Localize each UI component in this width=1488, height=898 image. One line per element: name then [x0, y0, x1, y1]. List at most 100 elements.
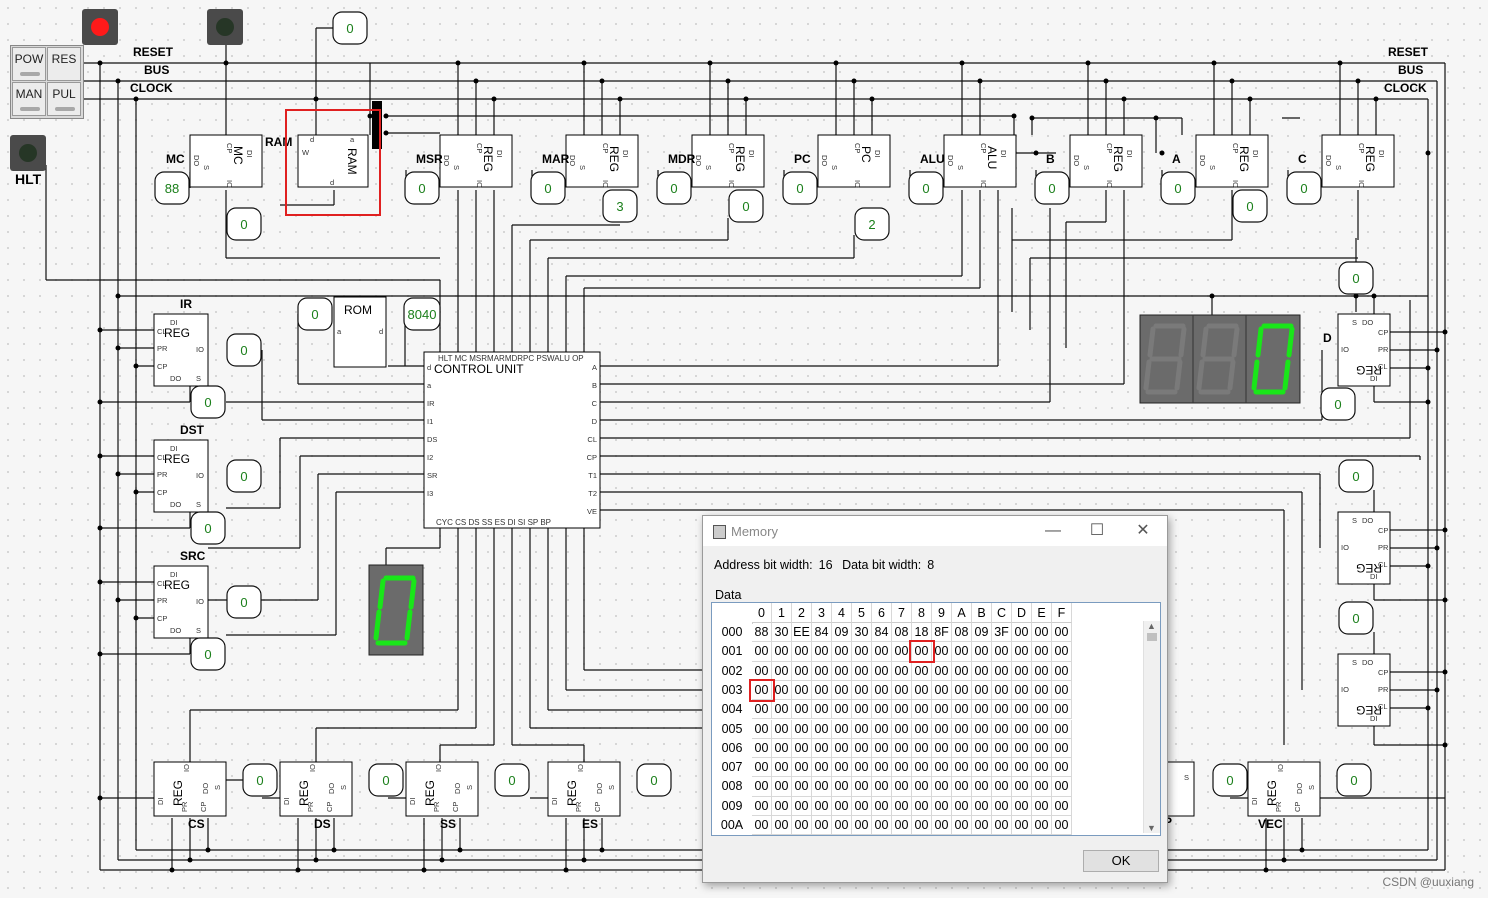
memory-cell[interactable]: 00 — [1012, 661, 1032, 681]
memory-cell[interactable]: 00 — [992, 777, 1012, 797]
memory-cell[interactable]: 00 — [812, 816, 832, 835]
memory-cell[interactable]: 00 — [852, 700, 872, 720]
memory-cell[interactable]: 00 — [752, 661, 772, 681]
memory-cell[interactable]: 00 — [932, 796, 952, 816]
row-address[interactable]: 004 — [712, 700, 752, 720]
column-header[interactable]: 1 — [772, 603, 792, 623]
memory-cell[interactable]: 00 — [1012, 758, 1032, 778]
memory-cell[interactable]: 00 — [812, 758, 832, 778]
reset-toggle[interactable]: RES — [47, 47, 81, 81]
memory-cell[interactable]: 00 — [932, 719, 952, 739]
memory-cell[interactable]: 00 — [792, 680, 812, 701]
memory-cell[interactable]: 00 — [932, 642, 952, 662]
memory-cell[interactable]: 00 — [972, 796, 992, 816]
memory-cell[interactable]: 00 — [852, 680, 872, 701]
memory-cell[interactable]: 00 — [752, 680, 772, 701]
memory-cell[interactable]: 00 — [952, 642, 972, 662]
memory-cell[interactable]: 00 — [752, 816, 772, 835]
memory-cell[interactable]: 00 — [992, 700, 1012, 720]
memory-cell[interactable]: 00 — [872, 816, 892, 835]
memory-cell[interactable]: 00 — [792, 700, 812, 720]
memory-cell[interactable]: 00 — [852, 642, 872, 662]
pulse-toggle[interactable]: PUL — [47, 82, 81, 116]
rom-block[interactable]: ROM a d — [333, 296, 387, 368]
memory-cell[interactable]: 00 — [972, 816, 992, 835]
memory-cell[interactable]: 00 — [772, 777, 792, 797]
memory-cell[interactable]: 00 — [1032, 758, 1052, 778]
memory-cell[interactable]: 00 — [812, 777, 832, 797]
memory-cell[interactable]: 00 — [912, 738, 932, 759]
memory-cell[interactable]: 00 — [1012, 777, 1032, 797]
memory-cell[interactable]: 00 — [872, 642, 892, 662]
memory-cell[interactable]: 00 — [812, 700, 832, 720]
column-header[interactable]: E — [1032, 603, 1052, 623]
memory-cell[interactable]: 00 — [892, 719, 912, 739]
memory-cell[interactable]: 08 — [892, 623, 912, 643]
memory-cell[interactable]: 00 — [872, 758, 892, 778]
memory-cell[interactable]: 00 — [772, 738, 792, 759]
column-header[interactable]: 5 — [852, 603, 872, 623]
memory-cell[interactable]: 00 — [972, 661, 992, 681]
column-header[interactable]: C — [992, 603, 1012, 623]
memory-cell[interactable]: 00 — [952, 719, 972, 739]
memory-cell[interactable]: 00 — [1052, 661, 1072, 681]
row-address[interactable]: 008 — [712, 777, 752, 797]
halt-button[interactable] — [10, 135, 46, 171]
column-header[interactable]: 6 — [872, 603, 892, 623]
memory-cell[interactable]: 84 — [872, 623, 892, 643]
row-address[interactable]: 001 — [712, 642, 752, 662]
memory-cell[interactable]: 00 — [972, 738, 992, 759]
memory-cell[interactable]: 00 — [912, 700, 932, 720]
memory-cell[interactable]: 00 — [792, 642, 812, 662]
memory-cell[interactable]: 00 — [872, 661, 892, 681]
ok-button[interactable]: OK — [1083, 850, 1159, 872]
memory-cell[interactable]: 00 — [912, 719, 932, 739]
memory-cell[interactable]: 00 — [1032, 680, 1052, 701]
memory-cell[interactable]: 84 — [812, 623, 832, 643]
column-header[interactable]: 0 — [752, 603, 772, 623]
memory-cell[interactable]: 00 — [952, 661, 972, 681]
memory-cell[interactable]: 30 — [852, 623, 872, 643]
maximize-button[interactable]: ☐ — [1077, 520, 1117, 542]
memory-cell[interactable]: 00 — [1032, 777, 1052, 797]
memory-cell[interactable]: 00 — [912, 796, 932, 816]
register-right-2[interactable]: REGS DOCPIO PRCLDI — [1337, 653, 1391, 727]
column-header[interactable]: 4 — [832, 603, 852, 623]
memory-cell[interactable]: 00 — [792, 719, 812, 739]
memory-cell[interactable]: 00 — [1032, 700, 1052, 720]
memory-cell[interactable]: 00 — [752, 700, 772, 720]
memory-cell[interactable]: 00 — [752, 777, 772, 797]
register-ir[interactable]: REGDICL PR CP IO DO S IR — [153, 297, 209, 387]
register-ss[interactable]: SSREGIODIDOSPRCPSS — [405, 761, 479, 831]
memory-cell[interactable]: 00 — [852, 796, 872, 816]
memory-cell[interactable]: 00 — [812, 719, 832, 739]
memory-cell[interactable]: 00 — [832, 642, 852, 662]
memory-cell[interactable]: 00 — [952, 700, 972, 720]
memory-cell[interactable]: 00 — [812, 738, 832, 759]
memory-cell[interactable]: 00 — [772, 758, 792, 778]
register-cs[interactable]: CSREGIODIDOSPRCPCS — [153, 761, 227, 831]
memory-cell[interactable]: 00 — [892, 700, 912, 720]
memory-cell[interactable]: 00 — [1012, 796, 1032, 816]
minimize-button[interactable]: — — [1033, 520, 1073, 542]
memory-cell[interactable]: 00 — [1052, 796, 1072, 816]
register-es[interactable]: ESREGIODIDOSPRCPES — [547, 761, 621, 831]
memory-cell[interactable]: 88 — [752, 623, 772, 643]
register-src[interactable]: REGDICL PR CP IO DO S SRC — [153, 549, 209, 639]
memory-cell[interactable]: 00 — [872, 719, 892, 739]
memory-cell[interactable]: 00 — [772, 642, 792, 662]
column-header[interactable]: D — [1012, 603, 1032, 623]
register-ram[interactable]: RAMWd adRAM — [265, 134, 369, 188]
memory-cell[interactable]: 00 — [892, 680, 912, 701]
memory-cell[interactable]: 00 — [972, 700, 992, 720]
memory-cell[interactable]: 00 — [792, 816, 812, 835]
memory-cell[interactable]: 00 — [752, 796, 772, 816]
memory-cell[interactable]: 00 — [832, 777, 852, 797]
memory-cell[interactable]: 00 — [952, 816, 972, 835]
row-address[interactable]: 00A — [712, 816, 752, 835]
memory-cell[interactable]: 00 — [1012, 700, 1032, 720]
memory-cell[interactable]: 00 — [852, 816, 872, 835]
register-p[interactable]: SP — [1163, 761, 1195, 829]
manual-toggle[interactable]: MAN — [12, 82, 46, 116]
column-header[interactable]: A — [952, 603, 972, 623]
